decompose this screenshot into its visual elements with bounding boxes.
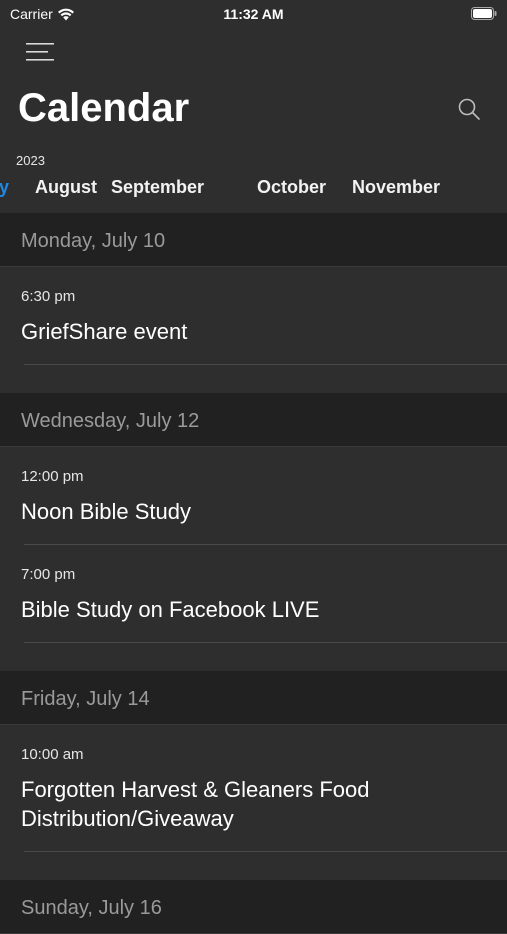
- event-time: 10:00 am: [21, 746, 84, 763]
- day-date: Wednesday, July 12: [21, 410, 200, 432]
- status-bar: Carrier 11:32 AM: [0, 0, 507, 28]
- section-gap: [0, 852, 507, 880]
- section-gap: [0, 365, 507, 393]
- battery-icon: [471, 7, 497, 20]
- event-time: 7:00 pm: [21, 566, 76, 583]
- divider: [24, 642, 507, 643]
- event-item[interactable]: 10:00 am Forgotten Harvest & Gleaners Fo…: [0, 725, 507, 852]
- day-date: Friday, July 14: [21, 688, 150, 710]
- event-item[interactable]: 7:00 pm Bible Study on Facebook LIVE: [0, 545, 507, 643]
- divider: [24, 364, 507, 365]
- search-button[interactable]: [457, 97, 481, 121]
- year-label: 2023: [16, 153, 45, 168]
- month-tab-september[interactable]: September: [111, 177, 204, 198]
- day-header: Friday, July 14: [0, 671, 507, 725]
- event-title: Bible Study on Facebook LIVE: [21, 597, 320, 622]
- day-header: Wednesday, July 12: [0, 393, 507, 447]
- section-gap: [0, 643, 507, 671]
- hamburger-menu-icon: [26, 43, 54, 61]
- event-title: Noon Bible Study: [21, 499, 191, 524]
- month-tab-november[interactable]: November: [352, 177, 440, 198]
- day-date: Sunday, July 16: [21, 897, 162, 919]
- month-tab-july[interactable]: July: [0, 177, 9, 198]
- page-title: Calendar: [18, 86, 190, 130]
- event-time: 12:00 pm: [21, 468, 84, 485]
- month-tab-october[interactable]: October: [257, 177, 326, 198]
- event-item[interactable]: 6:30 pm GriefShare event: [0, 267, 507, 365]
- menu-button[interactable]: [26, 40, 56, 64]
- day-header: Monday, July 10: [0, 213, 507, 267]
- status-time: 11:32 AM: [223, 6, 284, 22]
- day-date: Monday, July 10: [21, 230, 166, 252]
- month-selector[interactable]: July August September October November: [0, 177, 507, 201]
- divider: [24, 851, 507, 852]
- month-tab-august[interactable]: August: [35, 177, 97, 198]
- event-title: Forgotten Harvest & Gleaners Food Distri…: [21, 777, 370, 831]
- search-icon: [458, 98, 480, 120]
- event-list[interactable]: Monday, July 10 6:30 pm GriefShare event…: [0, 213, 507, 934]
- event-time: 6:30 pm: [21, 288, 76, 305]
- event-title: GriefShare event: [21, 319, 188, 344]
- event-item[interactable]: 12:00 pm Noon Bible Study: [0, 447, 507, 545]
- day-header: Sunday, July 16: [0, 880, 507, 934]
